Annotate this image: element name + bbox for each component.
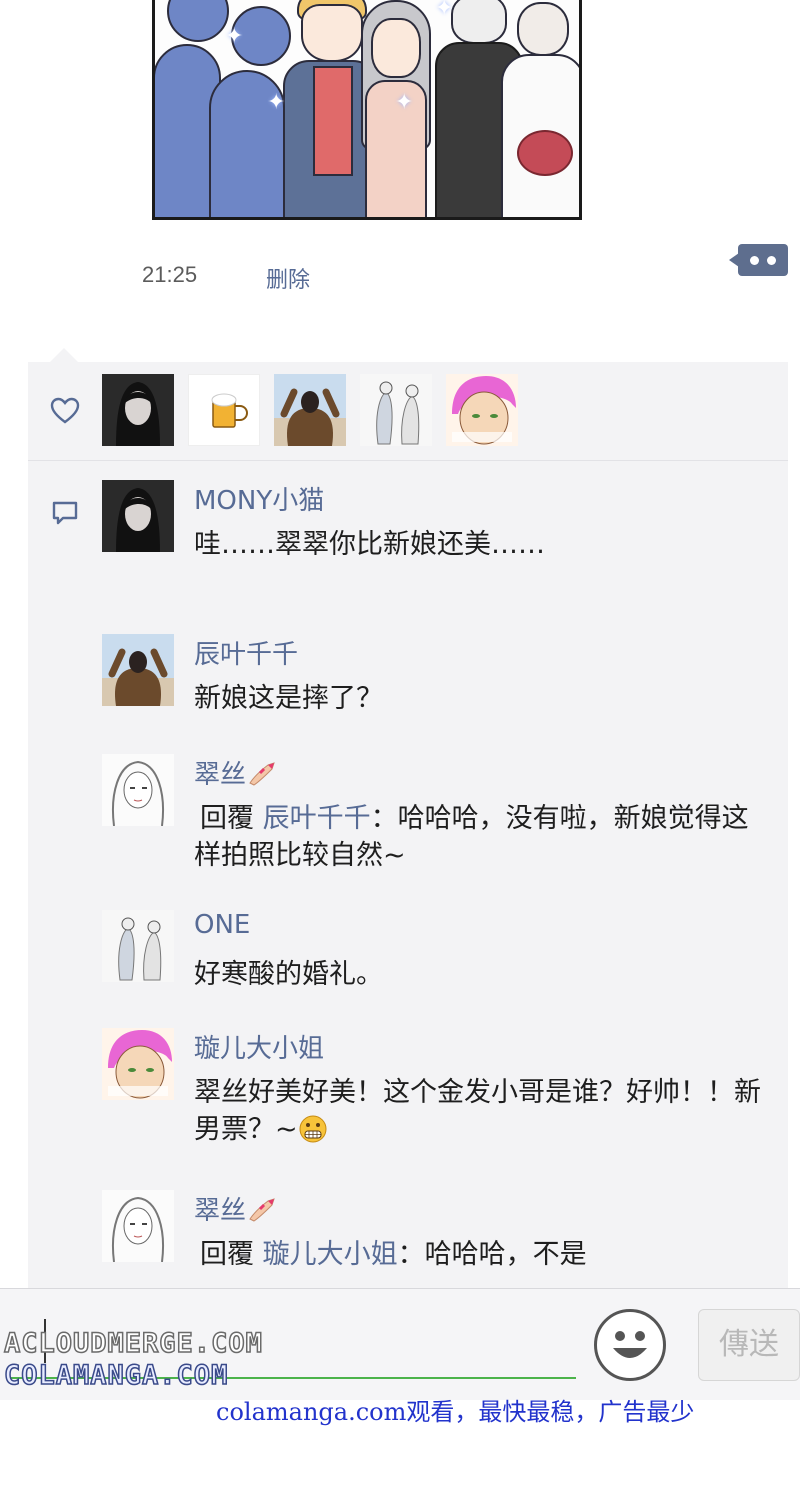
like-avatar-one[interactable] <box>360 374 432 446</box>
speech-bubble-icon <box>52 501 78 525</box>
watermark-caption: colamanga.com观看，最快最稳，广告最少 <box>216 1398 695 1426</box>
avatar[interactable] <box>102 480 174 552</box>
comment-item[interactable]: 璇儿大小姐 翠丝好美好美！这个金发小哥是谁？好帅！！新男票？~ <box>102 1028 762 1158</box>
nail-polish-icon <box>249 1198 275 1222</box>
reply-text: ：哈哈哈，不是 <box>397 1239 587 1270</box>
more-actions-button[interactable] <box>729 244 788 276</box>
like-avatar-mony[interactable] <box>102 374 174 446</box>
comment-author[interactable]: ONE <box>194 910 250 940</box>
like-avatar-xuaner[interactable] <box>446 374 518 446</box>
comment-author[interactable]: 翠丝 <box>194 754 280 791</box>
comment-text: 新娘这是摔了？ <box>194 683 383 714</box>
comment-author[interactable]: MONY小猫 <box>194 480 324 517</box>
nail-polish-icon <box>249 762 275 786</box>
comment-author[interactable]: 辰叶千千 <box>194 634 298 671</box>
reply-label: 回覆 <box>200 1239 254 1270</box>
more-dots-icon <box>750 255 759 265</box>
smiley-icon <box>613 1331 647 1358</box>
avatar[interactable] <box>102 1190 174 1262</box>
comment-text: 回覆 辰叶千千：哈哈哈，没有啦，新娘觉得这样拍照比较自然~ <box>194 800 762 874</box>
comment-author[interactable]: 璇儿大小姐 <box>194 1028 324 1065</box>
comment-text-body: 翠丝好美好美！这个金发小哥是谁？好帅！！新男票？~ <box>194 1077 761 1145</box>
comment-item[interactable]: 翠丝 回覆 辰叶千千：哈哈哈，没有啦，新娘觉得这样拍照比较自然~ <box>102 754 762 884</box>
panel-pointer-arrow <box>50 348 78 362</box>
comment-text: 翠丝好美好美！这个金发小哥是谁？好帅！！新男票？~ <box>194 1074 762 1148</box>
more-dots-icon-dot <box>767 255 776 265</box>
watermark-line-2: COLAMANGA.COM <box>3 1359 229 1392</box>
emoji-button[interactable] <box>594 1309 666 1381</box>
avatar[interactable] <box>102 910 174 982</box>
heart-outline-icon <box>50 397 80 424</box>
likes-comments-panel: MONY小猫 哇……翠翠你比新娘还美…… 辰叶千千 新娘这是摔了？ 翠丝 回覆 … <box>28 362 788 1292</box>
avatar[interactable] <box>102 1028 174 1100</box>
comment-author-text: 翠丝 <box>194 1196 247 1226</box>
comment-author[interactable]: 翠丝 <box>194 1190 280 1227</box>
comment-text: 哇……翠翠你比新娘还美…… <box>194 529 545 560</box>
likes-divider <box>28 460 788 461</box>
watermark-line-1: ACLOUDMERGE.COM <box>3 1327 263 1360</box>
delete-link[interactable]: 删除 <box>266 262 310 294</box>
reply-target-name[interactable]: 辰叶千千 <box>263 803 371 834</box>
comment-item[interactable]: MONY小猫 哇……翠翠你比新娘还美…… <box>102 480 762 580</box>
like-avatar-beer[interactable] <box>188 374 260 446</box>
comment-text: 回覆 璇儿大小姐：哈哈哈，不是 <box>194 1236 762 1273</box>
comment-item[interactable]: 辰叶千千 新娘这是摔了？ <box>102 634 762 734</box>
comment-author-text: 翠丝 <box>194 760 247 790</box>
reply-target-name[interactable]: 璇儿大小姐 <box>263 1239 398 1270</box>
comment-item[interactable]: 翠丝 回覆 璇儿大小姐：哈哈哈，不是 <box>102 1190 762 1290</box>
avatar[interactable] <box>102 754 174 826</box>
comic-panel-image: ✦ ✦ ✦ ✦ <box>152 0 582 220</box>
send-button[interactable]: 傳送 <box>698 1309 800 1381</box>
moment-timestamp: 21:25 <box>142 262 198 287</box>
comment-item[interactable]: ONE 好寒酸的婚礼。 <box>102 910 762 1010</box>
comment-text: 好寒酸的婚礼。 <box>194 959 383 990</box>
reply-label: 回覆 <box>200 803 254 834</box>
like-avatar-chenye[interactable] <box>274 374 346 446</box>
grimacing-face-icon <box>299 1115 327 1143</box>
avatar[interactable] <box>102 634 174 706</box>
